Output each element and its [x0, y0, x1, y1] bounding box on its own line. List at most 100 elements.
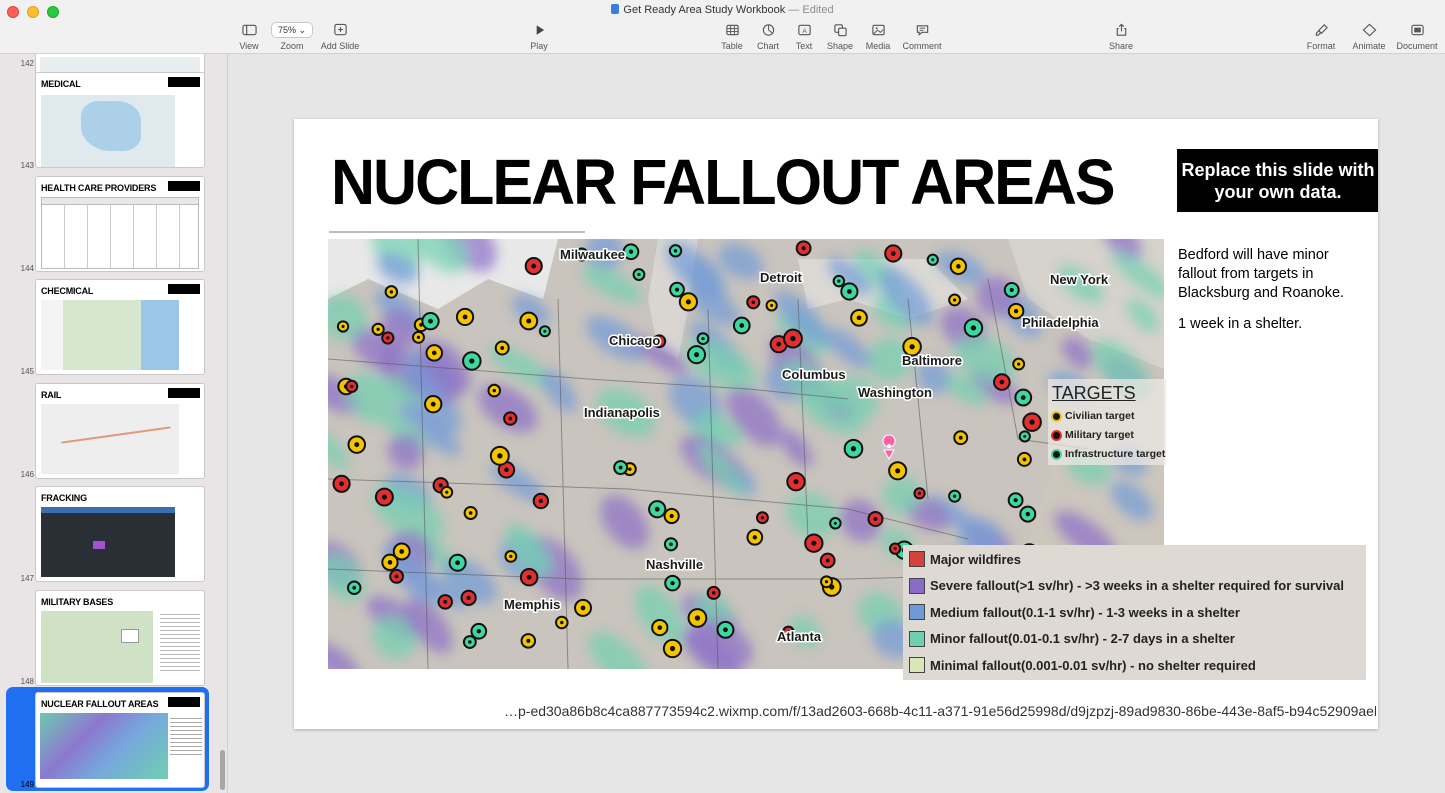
zoom-button[interactable]: 75% ⌄ Zoom	[270, 22, 314, 51]
legend-item: Minor fallout(0.01-0.1 sv/hr) - 2-7 days…	[909, 630, 1235, 647]
thumbnail-map	[40, 713, 168, 779]
radiation-icon	[1051, 448, 1062, 460]
legend-label: Major wildfires	[930, 551, 1022, 567]
share-icon	[1116, 23, 1126, 36]
chart-button[interactable]: Chart	[754, 22, 782, 51]
sidebar-scrollbar[interactable]	[220, 750, 225, 790]
text-button[interactable]: A Text	[790, 22, 818, 51]
slide-number: 148	[20, 677, 34, 686]
document-label: Document	[1396, 41, 1438, 51]
target-marker	[411, 330, 425, 344]
target-marker	[487, 383, 502, 398]
comment-label: Comment	[902, 41, 942, 51]
shape-icon	[833, 24, 847, 37]
target-marker	[832, 274, 846, 288]
radiation-icon	[1051, 410, 1062, 422]
slide-thumbnail-146[interactable]: RAIL	[35, 383, 205, 479]
city-label: Atlanta	[777, 629, 822, 644]
thumbnail-tag	[168, 697, 200, 707]
target-marker	[843, 438, 864, 459]
city-label: Chicago	[609, 333, 660, 348]
view-button[interactable]: View	[236, 22, 262, 51]
target-marker	[332, 474, 351, 493]
target-marker	[613, 460, 629, 476]
shape-button[interactable]: Shape	[825, 22, 855, 51]
target-marker	[765, 299, 778, 312]
target-marker	[425, 344, 444, 362]
replace-note[interactable]: Replace this slide with your own data.	[1177, 149, 1378, 212]
target-marker	[786, 471, 806, 492]
target-marker	[949, 257, 968, 275]
format-label: Format	[1306, 41, 1336, 51]
image-source-url[interactable]: …p-ed30a86b8c4ca887773594c2.wixmp.com/f/…	[504, 703, 1376, 719]
slide-thumbnail-143[interactable]: MEDICAL	[35, 72, 205, 168]
target-marker	[519, 311, 539, 331]
target-marker	[574, 598, 593, 617]
thumbnail-title: MILITARY BASES	[41, 597, 114, 607]
text-icon: A	[797, 24, 811, 36]
add-slide-icon	[333, 23, 347, 36]
legend-swatch	[909, 657, 925, 673]
play-button[interactable]: Play	[526, 22, 552, 51]
slide-navigator[interactable]: 142 MEDICAL 143 HEALTH CARE PROVIDERS 14…	[0, 54, 228, 793]
share-button[interactable]: Share	[1106, 22, 1136, 51]
toolbar: Get Ready Area Study Workbook — Edited V…	[0, 0, 1445, 54]
target-marker	[664, 574, 681, 592]
fallout-legend: Major wildfires Severe fallout(>1 sv/hr) …	[903, 545, 1366, 680]
slide-number: 143	[20, 161, 34, 170]
target-marker	[424, 394, 443, 414]
thumbnail-tag	[168, 388, 200, 398]
slide-canvas[interactable]: NUCLEAR FALLOUT AREAS Replace this slide…	[294, 119, 1378, 729]
zoom-label: Zoom	[280, 41, 304, 51]
target-marker	[819, 552, 836, 569]
media-label: Media	[865, 41, 891, 51]
target-marker	[437, 594, 453, 610]
target-marker	[663, 537, 679, 552]
target-marker	[746, 528, 764, 546]
comment-button[interactable]: Comment	[900, 22, 944, 51]
animate-button[interactable]: Animate	[1350, 22, 1388, 51]
diamond-icon	[1362, 23, 1376, 37]
media-button[interactable]: Media	[863, 22, 893, 51]
document-button[interactable]: Document	[1395, 22, 1439, 51]
target-marker	[381, 553, 399, 571]
slide-thumbnail-149[interactable]: NUCLEAR FALLOUT AREAS	[35, 692, 205, 788]
target-marker	[389, 568, 405, 584]
target-marker	[421, 312, 440, 331]
share-label: Share	[1108, 41, 1134, 51]
target-marker	[538, 325, 551, 338]
target-marker	[888, 542, 902, 555]
slide-title[interactable]: NUCLEAR FALLOUT AREAS	[331, 145, 1116, 219]
city-label: Indianapolis	[584, 405, 660, 420]
table-button[interactable]: Table	[718, 22, 746, 51]
zoom-select[interactable]: 75% ⌄	[270, 22, 314, 38]
target-marker	[669, 281, 685, 298]
city-label: Milwaukee	[560, 247, 625, 262]
target-marker	[662, 638, 683, 659]
chart-label: Chart	[756, 41, 779, 51]
slide-thumbnail-144[interactable]: HEALTH CARE PROVIDERS	[35, 176, 205, 272]
target-marker	[746, 295, 761, 310]
slide-thumbnail-148[interactable]: MILITARY BASES	[35, 590, 205, 686]
format-button[interactable]: Format	[1304, 22, 1338, 51]
thumbnail-table	[41, 197, 199, 269]
target-marker	[374, 487, 394, 507]
target-marker	[1018, 430, 1031, 443]
legend-label: Medium fallout(0.1-1 sv/hr) - 1-3 weeks …	[930, 604, 1240, 620]
city-label: Columbus	[782, 367, 846, 382]
document-name: Get Ready Area Study Workbook	[623, 4, 786, 16]
targets-legend: TARGETS Civilian target Military target In…	[1048, 379, 1166, 465]
shape-label: Shape	[826, 41, 854, 51]
target-marker	[1007, 492, 1024, 509]
thumbnail-text	[160, 611, 200, 671]
slide-body-text[interactable]: Bedford will have minor fallout from tar…	[1178, 246, 1368, 346]
window-title: Get Ready Area Study Workbook — Edited	[0, 4, 1445, 16]
slide-thumbnail-145[interactable]: CHECMICAL	[35, 279, 205, 375]
edit-state: Edited	[802, 4, 834, 16]
target-marker	[1019, 505, 1037, 523]
target-marker	[948, 293, 962, 307]
slide-thumbnail-147[interactable]: FRACKING	[35, 486, 205, 582]
add-slide-button[interactable]: Add Slide	[318, 22, 362, 51]
target-marker	[648, 500, 667, 519]
thumbnail-title: RAIL	[41, 390, 62, 400]
